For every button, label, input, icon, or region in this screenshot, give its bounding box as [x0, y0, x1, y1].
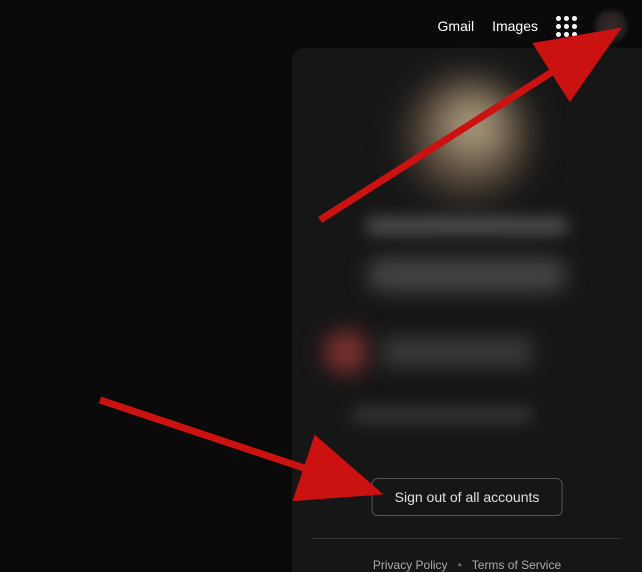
- panel-footer: Privacy Policy • Terms of Service: [292, 558, 642, 572]
- separator-dot: •: [458, 558, 462, 572]
- terms-link[interactable]: Terms of Service: [472, 558, 561, 572]
- sign-out-all-button[interactable]: Sign out of all accounts: [372, 478, 563, 516]
- gmail-link[interactable]: Gmail: [438, 18, 475, 34]
- header-nav: Gmail Images: [438, 10, 627, 42]
- add-account-blurred[interactable]: [352, 408, 532, 422]
- profile-avatar[interactable]: [595, 10, 627, 42]
- apps-grid-icon[interactable]: [556, 16, 577, 37]
- account-name-blurred: [367, 218, 567, 234]
- images-link[interactable]: Images: [492, 18, 538, 34]
- secondary-account-text-blurred: [382, 337, 532, 367]
- account-panel: Sign out of all accounts Privacy Policy …: [292, 48, 642, 572]
- secondary-account-row[interactable]: [322, 328, 532, 376]
- secondary-avatar: [322, 328, 370, 376]
- manage-account-blurred[interactable]: [367, 258, 567, 292]
- privacy-policy-link[interactable]: Privacy Policy: [373, 558, 448, 572]
- account-avatar-large: [407, 78, 527, 198]
- divider: [312, 538, 622, 539]
